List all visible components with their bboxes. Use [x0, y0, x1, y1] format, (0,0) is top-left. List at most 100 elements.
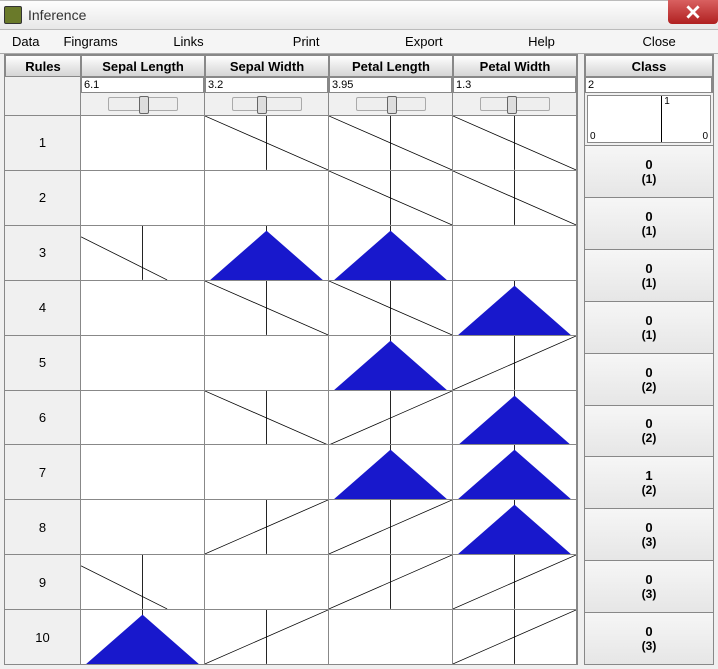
cell-sepal-length — [81, 500, 205, 554]
cell-sepal-length — [81, 445, 205, 499]
graph-mid-label: 1 — [664, 96, 670, 107]
content-area: Rules Sepal Length Sepal Width Petal Len… — [4, 54, 714, 665]
class-output-value: 0 — [645, 520, 652, 535]
menu-print[interactable]: Print — [247, 31, 365, 52]
input-class[interactable] — [585, 77, 712, 93]
cell-sepal-length — [81, 391, 205, 445]
graph-right-label: 0 — [702, 131, 708, 142]
rule-number: 9 — [5, 555, 81, 609]
cell-petal-width — [453, 226, 577, 280]
cell-petal-length — [329, 116, 453, 170]
cell-sepal-length — [81, 555, 205, 609]
class-output-index: (1) — [642, 224, 657, 238]
rule-number: 2 — [5, 171, 81, 225]
cell-sepal-length — [81, 226, 205, 280]
rule-row: 6 — [5, 390, 577, 445]
class-rows: 0(1)0(1)0(1)0(1)0(2)0(2)1(2)0(3)0(3)0(3) — [585, 145, 713, 664]
cell-petal-length — [329, 336, 453, 390]
cell-petal-width — [453, 336, 577, 390]
rule-row: 9 — [5, 554, 577, 609]
cell-sepal-length — [81, 281, 205, 335]
class-output-index: (2) — [642, 431, 657, 445]
class-row: 0(2) — [585, 405, 713, 457]
rule-row: 7 — [5, 444, 577, 499]
input-petal-length[interactable] — [329, 77, 452, 93]
rules-table: Rules Sepal Length Sepal Width Petal Len… — [4, 54, 578, 665]
cell-sepal-length — [81, 610, 205, 664]
menu-links[interactable]: Links — [130, 31, 248, 52]
cell-petal-length — [329, 391, 453, 445]
cell-sepal-width — [205, 116, 329, 170]
rule-number: 6 — [5, 391, 81, 445]
rule-row: 5 — [5, 335, 577, 390]
cell-petal-length — [329, 171, 453, 225]
class-row: 0(1) — [585, 145, 713, 197]
cell-sepal-length — [81, 116, 205, 170]
rule-row: 2 — [5, 170, 577, 225]
menu-help[interactable]: Help — [483, 31, 601, 52]
header-sepal-width[interactable]: Sepal Width — [205, 55, 329, 77]
cell-sepal-width — [205, 500, 329, 554]
cell-petal-length — [329, 281, 453, 335]
input-sepal-length[interactable] — [81, 77, 204, 93]
menu-fingrams[interactable]: Fingrams — [51, 31, 129, 52]
column-headers: Rules Sepal Length Sepal Width Petal Len… — [5, 55, 577, 77]
menu-data[interactable]: Data — [0, 31, 51, 52]
cell-sepal-width — [205, 445, 329, 499]
cell-petal-length — [329, 610, 453, 664]
rule-number: 7 — [5, 445, 81, 499]
class-output-value: 0 — [645, 261, 652, 276]
slider-petal-length[interactable] — [356, 97, 426, 111]
cell-petal-width — [453, 555, 577, 609]
class-row: 0(3) — [585, 508, 713, 560]
header-sepal-length[interactable]: Sepal Length — [81, 55, 205, 77]
class-output-value: 0 — [645, 572, 652, 587]
cell-petal-length — [329, 555, 453, 609]
cell-sepal-width — [205, 171, 329, 225]
rule-number: 3 — [5, 226, 81, 280]
class-graph: 0 1 0 — [587, 95, 711, 143]
cell-petal-width — [453, 171, 577, 225]
header-class[interactable]: Class — [585, 55, 713, 77]
cell-sepal-width — [205, 610, 329, 664]
class-output-value: 1 — [645, 468, 652, 483]
cell-sepal-width — [205, 336, 329, 390]
slider-sepal-width[interactable] — [232, 97, 302, 111]
cell-petal-width — [453, 391, 577, 445]
menu-export[interactable]: Export — [365, 31, 483, 52]
class-output-value: 0 — [645, 157, 652, 172]
header-petal-width[interactable]: Petal Width — [453, 55, 577, 77]
cell-sepal-length — [81, 336, 205, 390]
class-output-value: 0 — [645, 365, 652, 380]
cell-sepal-width — [205, 281, 329, 335]
slider-petal-width[interactable] — [480, 97, 550, 111]
header-rules[interactable]: Rules — [5, 55, 81, 77]
slider-row — [5, 93, 577, 115]
class-row: 0(3) — [585, 612, 713, 664]
input-row — [5, 77, 577, 93]
class-row: 0(1) — [585, 197, 713, 249]
class-output-index: (3) — [642, 587, 657, 601]
cell-petal-width — [453, 610, 577, 664]
cell-petal-width — [453, 445, 577, 499]
rule-row: 10 — [5, 609, 577, 664]
input-sepal-width[interactable] — [205, 77, 328, 93]
menu-close[interactable]: Close — [600, 31, 718, 52]
titlebar: Inference — [0, 0, 718, 30]
rule-number: 8 — [5, 500, 81, 554]
class-output-index: (2) — [642, 483, 657, 497]
cell-petal-width — [453, 500, 577, 554]
rule-row: 3 — [5, 225, 577, 280]
input-petal-width[interactable] — [453, 77, 576, 93]
menubar: Data Fingrams Links Print Export Help Cl… — [0, 30, 718, 54]
rule-rows: 12345678910 — [5, 115, 577, 664]
rule-row: 4 — [5, 280, 577, 335]
slider-sepal-length[interactable] — [108, 97, 178, 111]
class-row: 0(1) — [585, 301, 713, 353]
header-petal-length[interactable]: Petal Length — [329, 55, 453, 77]
class-row: 0(2) — [585, 353, 713, 405]
class-output-index: (1) — [642, 328, 657, 342]
class-row: 0(3) — [585, 560, 713, 612]
cell-sepal-width — [205, 391, 329, 445]
window-close-button[interactable] — [668, 0, 718, 24]
